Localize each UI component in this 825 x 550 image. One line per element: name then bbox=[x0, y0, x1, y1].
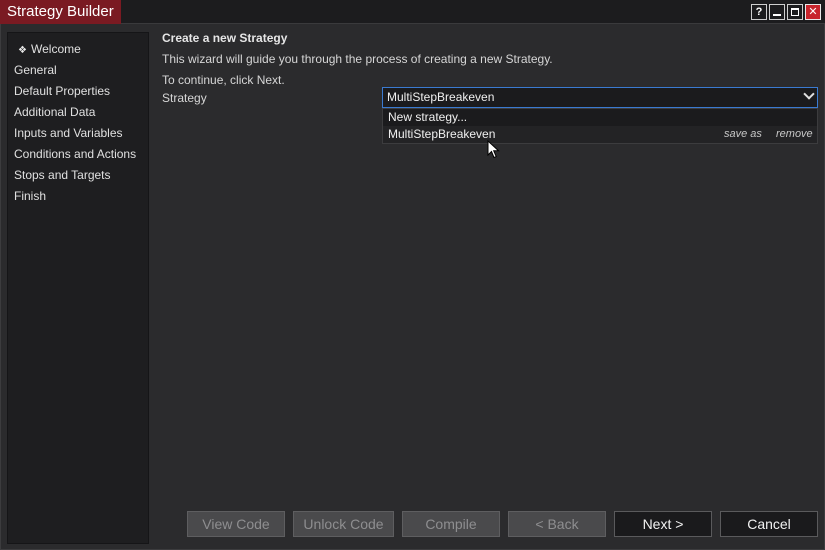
strategy-label: Strategy bbox=[162, 91, 207, 105]
sidebar-item-finish[interactable]: Finish bbox=[8, 186, 148, 207]
sidebar-item-additional-data[interactable]: Additional Data bbox=[8, 102, 148, 123]
active-step-icon: ❖ bbox=[18, 45, 27, 56]
compile-button[interactable]: Compile bbox=[402, 511, 500, 537]
view-code-button[interactable]: View Code bbox=[187, 511, 285, 537]
strategy-select[interactable]: MultiStepBreakeven bbox=[382, 87, 818, 108]
sidebar-item-conditions-and-actions[interactable]: Conditions and Actions bbox=[8, 144, 148, 165]
minimize-button[interactable] bbox=[769, 4, 785, 20]
maximize-button[interactable] bbox=[787, 4, 803, 20]
window-title: Strategy Builder bbox=[0, 0, 121, 24]
window-controls: ? ✕ bbox=[751, 4, 821, 20]
save-as-link[interactable]: save as bbox=[724, 126, 762, 143]
strategy-dropdown-list: New strategy... MultiStepBreakeven save … bbox=[382, 108, 818, 144]
dropdown-option-multistepbreakeven[interactable]: MultiStepBreakeven save as remove bbox=[383, 126, 817, 143]
page-title: Create a new Strategy bbox=[162, 31, 288, 45]
sidebar-item-inputs-and-variables[interactable]: Inputs and Variables bbox=[8, 123, 148, 144]
sidebar-item-general[interactable]: General bbox=[8, 60, 148, 81]
back-button[interactable]: < Back bbox=[508, 511, 606, 537]
next-button[interactable]: Next > bbox=[614, 511, 712, 537]
minimize-icon bbox=[773, 14, 781, 16]
wizard-content: Create a new Strategy This wizard will g… bbox=[162, 30, 818, 144]
mouse-cursor-icon bbox=[487, 140, 500, 159]
unlock-code-button[interactable]: Unlock Code bbox=[293, 511, 394, 537]
cancel-button[interactable]: Cancel bbox=[720, 511, 818, 537]
sidebar-item-stops-and-targets[interactable]: Stops and Targets bbox=[8, 165, 148, 186]
dropdown-option-new-strategy[interactable]: New strategy... bbox=[383, 109, 817, 126]
remove-link[interactable]: remove bbox=[776, 126, 813, 143]
sidebar-item-label: Welcome bbox=[31, 42, 81, 56]
dropdown-option-label: MultiStepBreakeven bbox=[388, 127, 496, 141]
strategy-select-value: MultiStepBreakeven bbox=[387, 90, 495, 104]
close-button[interactable]: ✕ bbox=[805, 4, 821, 20]
page-instruction: To continue, click Next. bbox=[162, 73, 285, 87]
sidebar-item-default-properties[interactable]: Default Properties bbox=[8, 81, 148, 102]
title-bar[interactable]: Strategy Builder ? ✕ bbox=[0, 0, 825, 24]
sidebar-item-welcome[interactable]: ❖ Welcome bbox=[8, 39, 148, 60]
chevron-down-icon[interactable] bbox=[803, 88, 815, 100]
wizard-steps-sidebar: ❖ Welcome General Default Properties Addi… bbox=[7, 32, 149, 544]
page-description: This wizard will guide you through the p… bbox=[162, 52, 553, 66]
help-button[interactable]: ? bbox=[751, 4, 767, 20]
maximize-icon bbox=[791, 8, 799, 16]
